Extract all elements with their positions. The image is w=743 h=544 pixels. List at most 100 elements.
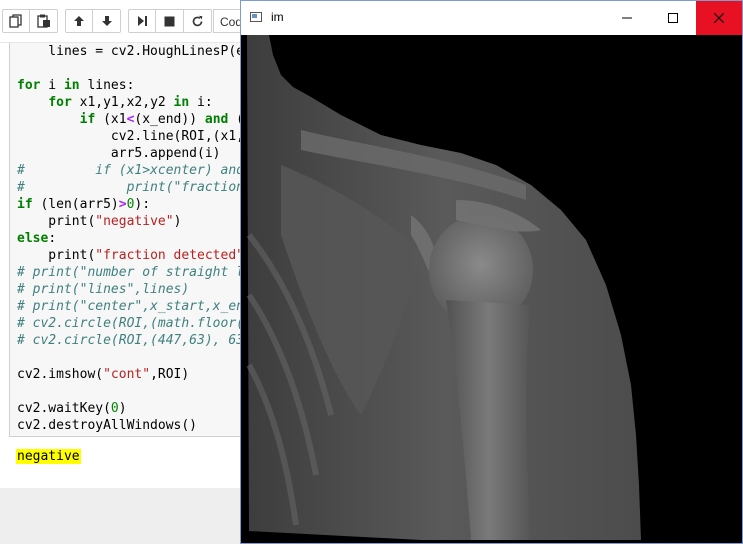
move-up-icon (74, 16, 84, 26)
code-editor[interactable]: lines = cv2.HoughLinesP(edges for i in l… (17, 43, 251, 434)
code-line: if (len(arr5)>0): (17, 196, 250, 213)
code-token: 0 (110, 401, 119, 416)
run-button-group (128, 9, 212, 33)
code-line: # cv2.circle(ROI,(447,63), 63 (17, 332, 250, 349)
code-token: "negative" (95, 214, 174, 229)
code-token: print( (17, 248, 96, 263)
code-cell[interactable]: lines = cv2.HoughLinesP(edges for i in l… (9, 43, 251, 437)
code-line: cv2.destroyAllWindows() (17, 417, 250, 434)
code-line: # print("lines",lines) (17, 281, 250, 298)
move-cell-down-button[interactable] (93, 9, 121, 33)
code-line: cv2.imshow("cont",ROI) (17, 366, 250, 383)
code-token: (x_end)) (134, 112, 205, 127)
maximize-icon (668, 13, 678, 23)
maximize-button[interactable] (650, 1, 696, 35)
code-token: x1,y1,x2,y2 (71, 95, 174, 110)
code-token: # cv2.circle(ROI,(math.floor( (17, 316, 244, 331)
code-token: ) (118, 401, 127, 416)
code-token: # if (x1>xcenter) and (17, 163, 244, 178)
clipboard-button-group (2, 9, 58, 33)
code-token: # cv2.circle(ROI,(447,63), 63 (17, 333, 244, 348)
stop-icon (164, 16, 175, 26)
code-line: # if (x1>xcenter) and (17, 162, 250, 179)
code-token: # print("fraction (17, 180, 244, 195)
run-icon (138, 16, 147, 26)
code-token: cv2.imshow( (17, 367, 104, 382)
code-line: for i in lines: (17, 77, 250, 94)
image-window[interactable]: im (240, 0, 743, 544)
code-token: in (173, 95, 190, 110)
code-token: ) (173, 214, 182, 229)
code-token: lines = cv2.HoughLinesP(edges (17, 44, 251, 59)
notebook-lower-area (0, 488, 250, 544)
code-token: i: (189, 95, 213, 110)
code-line: if (x1<(x_end)) and ( (17, 111, 250, 128)
code-token: i (40, 78, 64, 93)
code-line: print("fraction detected" (17, 247, 250, 264)
code-token: if (79, 112, 96, 127)
close-button[interactable] (696, 1, 742, 35)
move-cell-up-button[interactable] (65, 9, 93, 33)
code-token: ): (134, 197, 151, 212)
code-token: in (63, 78, 80, 93)
interrupt-kernel-button[interactable] (156, 9, 184, 33)
code-token: "cont" (103, 367, 151, 382)
output-text: negative (16, 449, 81, 464)
code-line: else: (17, 230, 250, 247)
move-down-icon (101, 16, 112, 26)
window-title-bar[interactable]: im (241, 1, 742, 35)
copy-icon (9, 14, 22, 28)
code-line: lines = cv2.HoughLinesP(edges (17, 43, 251, 60)
code-token: # print("number of straight l (17, 265, 244, 280)
paste-icon (36, 14, 50, 28)
move-button-group (65, 9, 121, 33)
code-line: print("negative") (17, 213, 250, 230)
code-token: ,ROI) (150, 367, 190, 382)
code-token: : (48, 231, 57, 246)
code-token: for (48, 95, 72, 110)
code-token: cv2.destroyAllWindows() (17, 418, 198, 433)
window-app-icon (250, 12, 262, 22)
restart-kernel-button[interactable] (184, 9, 212, 33)
code-token: lines: (79, 78, 135, 93)
image-canvas (241, 35, 742, 543)
run-cell-button[interactable] (128, 9, 156, 33)
cell-output: negative (16, 447, 81, 464)
xray-shoulder-image (246, 35, 641, 540)
code-line: cv2.waitKey(0) (17, 400, 250, 417)
window-title: im (271, 10, 284, 24)
code-line: arr5.append(i) (17, 145, 250, 162)
code-token: arr5.append(i) (17, 146, 221, 161)
code-token: else (17, 231, 49, 246)
code-line: # cv2.circle(ROI,(math.floor( (17, 315, 250, 332)
code-token: for (17, 78, 41, 93)
close-icon (714, 13, 724, 23)
notebook-area: lines = cv2.HoughLinesP(edges for i in l… (0, 43, 251, 488)
code-token: > (118, 197, 127, 212)
code-token: (x1 (95, 112, 127, 127)
code-line: # print("fraction (17, 179, 250, 196)
code-line: # print("center",x_start,x_en (17, 298, 250, 315)
code-token: (len(arr5) (32, 197, 119, 212)
code-token: cv2.line(ROI,(x1, (17, 129, 244, 144)
restart-icon (192, 15, 203, 26)
minimize-button[interactable] (604, 1, 650, 35)
paste-cells-button[interactable] (30, 9, 58, 33)
code-line: # print("number of straight l (17, 264, 250, 281)
code-token: # print("lines",lines) (17, 282, 190, 297)
code-token: and (204, 112, 229, 127)
code-token: "fraction detected" (95, 248, 244, 263)
code-line: cv2.line(ROI,(x1, (17, 128, 250, 145)
code-line: for x1,y1,x2,y2 in i: (17, 94, 250, 111)
code-token: cv2.waitKey( (17, 401, 111, 416)
code-token: if (17, 197, 33, 212)
code-token: print( (17, 214, 96, 229)
minimize-icon (622, 17, 632, 19)
copy-cells-button[interactable] (2, 9, 30, 33)
code-token: # print("center",x_start,x_en (17, 299, 244, 314)
